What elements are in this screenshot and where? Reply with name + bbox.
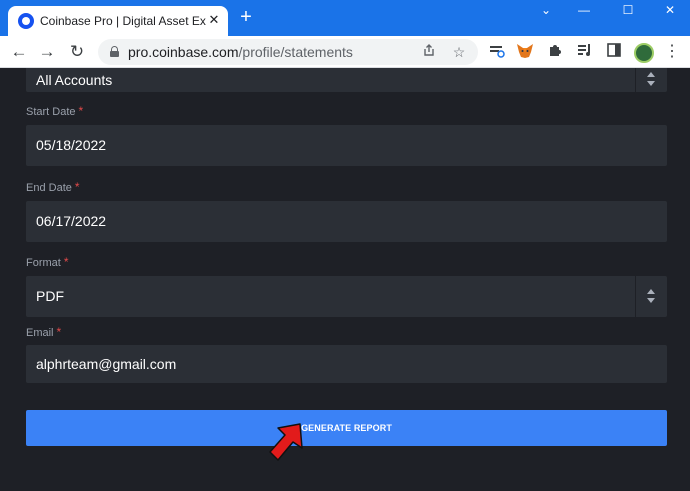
email-label: Email * — [26, 325, 61, 339]
share-icon[interactable] — [420, 43, 438, 61]
close-tab-icon[interactable]: ✕ — [206, 12, 222, 28]
puzzle-icon[interactable] — [546, 43, 564, 61]
profile-avatar[interactable] — [634, 43, 654, 63]
format-label: Format * — [26, 255, 69, 269]
back-button[interactable]: ← — [8, 41, 30, 63]
account-value: All Accounts — [36, 72, 113, 88]
coinbase-icon — [18, 13, 34, 29]
statements-form: All Accounts Start Date * 05/18/2022 End … — [0, 68, 690, 491]
browser-toolbar: ← → ↻ pro.coinbase.com/profile/statement… — [0, 36, 690, 68]
side-panel-icon[interactable] — [605, 43, 623, 61]
url-text[interactable]: pro.coinbase.com/profile/statements — [128, 44, 353, 60]
metamask-fox-icon[interactable] — [516, 43, 534, 61]
required-asterisk: * — [78, 104, 84, 118]
email-value: alphrteam@gmail.com — [36, 356, 177, 372]
required-asterisk: * — [63, 255, 69, 269]
end-date-label: End Date * — [26, 180, 80, 194]
minimize-button[interactable]: — — [570, 2, 598, 20]
format-label-text: Format — [26, 257, 61, 269]
generate-report-button[interactable]: GENERATE REPORT — [26, 410, 667, 446]
reload-button[interactable]: ↻ — [66, 41, 88, 63]
lock-icon[interactable] — [110, 46, 119, 57]
format-value: PDF — [36, 288, 64, 304]
account-select[interactable]: All Accounts — [26, 68, 667, 92]
start-date-label-text: Start Date — [26, 106, 76, 118]
email-field[interactable]: alphrteam@gmail.com — [26, 345, 667, 383]
media-queue-icon[interactable] — [576, 43, 594, 61]
chevron-up-down-icon[interactable] — [635, 276, 667, 317]
browser-menu-icon[interactable]: ⋮ — [664, 41, 680, 63]
end-date-label-text: End Date — [26, 182, 72, 194]
tab-search-icon[interactable]: ⌄ — [532, 2, 560, 20]
star-icon[interactable]: ☆ — [450, 43, 468, 61]
generate-report-label: GENERATE REPORT — [301, 423, 392, 433]
maximize-button[interactable]: ☐ — [614, 2, 642, 20]
browser-tab-strip: Coinbase Pro | Digital Asset Exch ✕ + ⌄ … — [0, 0, 690, 36]
address-bar[interactable]: pro.coinbase.com/profile/statements ☆ — [98, 39, 478, 65]
url-host: pro.coinbase.com — [128, 44, 239, 60]
translate-extension-icon[interactable] — [488, 43, 506, 61]
email-label-text: Email — [26, 327, 54, 339]
format-select[interactable]: PDF — [26, 276, 667, 317]
browser-tab[interactable]: Coinbase Pro | Digital Asset Exch ✕ — [8, 6, 228, 36]
end-date-field[interactable]: 06/17/2022 — [26, 201, 667, 242]
required-asterisk: * — [56, 325, 62, 339]
start-date-label: Start Date * — [26, 104, 83, 118]
end-date-value: 06/17/2022 — [36, 213, 107, 229]
forward-button[interactable]: → — [36, 41, 58, 63]
start-date-value: 05/18/2022 — [36, 137, 107, 153]
close-window-button[interactable]: ✕ — [656, 2, 684, 20]
required-asterisk: * — [74, 180, 80, 194]
new-tab-button[interactable]: + — [236, 7, 256, 28]
url-path: /profile/statements — [238, 44, 353, 60]
red-arrow-icon — [269, 423, 303, 461]
chevron-up-down-icon[interactable] — [635, 68, 667, 92]
start-date-field[interactable]: 05/18/2022 — [26, 125, 667, 166]
tab-title: Coinbase Pro | Digital Asset Exch — [40, 14, 206, 28]
